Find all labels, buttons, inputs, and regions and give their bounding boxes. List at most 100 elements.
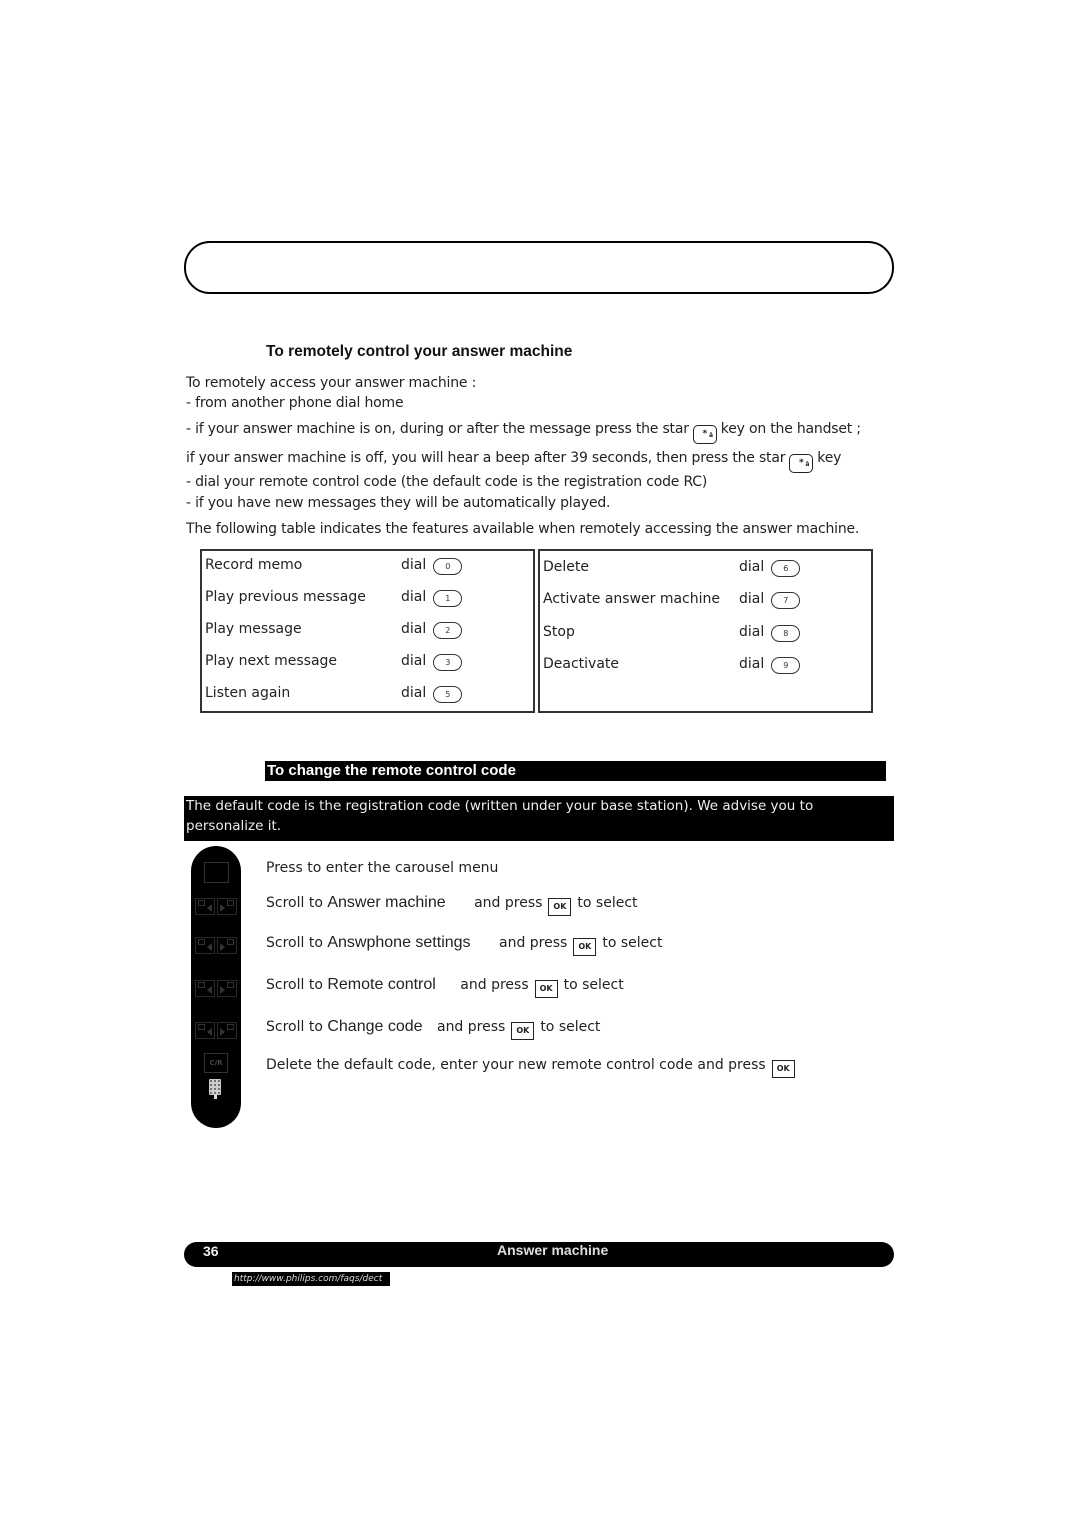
dial-instruction: dial 6 [739,559,801,577]
feature-label: Delete [543,559,589,575]
cr-key-icon: C/R [204,1053,228,1073]
step-suffix: to select [577,895,638,911]
scroll-left-key-icon [195,1022,215,1039]
ok-key-icon: OK [534,980,558,998]
step-answer-machine: Scroll to Answer machine and press OK to s… [266,894,638,916]
default-code-note: The default code is the registration cod… [184,796,894,841]
dial-label: dial [739,624,765,640]
instruction-dial-code: - dial your remote control code (the def… [186,474,708,490]
support-url-link[interactable]: http://www.philips.com/faqs/dect [232,1272,390,1286]
dial-label: dial [401,653,427,669]
table-intro: The following table indicates the featur… [186,521,860,537]
keypad-key-icon: 5 [433,686,463,703]
step-and-press: and press [436,1019,506,1035]
keypad-key-icon: 7 [771,592,801,609]
keypad-key-icon: 1 [433,590,463,607]
instruction-machine-off: if your answer machine is off, you will … [186,450,841,473]
instruction-machine-off-suffix: key [817,450,842,466]
step-change-code: Scroll to Change code and press OK to sele… [266,1018,600,1040]
step-suffix: to select [563,977,624,993]
features-table-left: Record memo dial 0 Play previous message … [200,549,535,713]
keypad-icon [209,1079,221,1099]
step-and-press: and press [474,895,543,911]
step-remote-control: Scroll to Remote control and press OK to s… [266,976,624,998]
instruction-new-messages: - if you have new messages they will be … [186,495,611,511]
ok-key-icon: OK [573,938,597,956]
section-title-remote-control: To remotely control your answer machine [266,343,573,360]
dial-label: dial [401,685,427,701]
dial-label: dial [401,589,427,605]
scroll-right-key-icon [217,937,237,954]
dial-instruction: dial 7 [739,591,801,609]
step-enter-menu: Press to enter the carousel menu [266,860,499,876]
feature-label: Play next message [205,653,338,669]
keypad-key-icon: 9 [771,657,801,674]
star-key-sub: â [708,432,713,439]
scroll-left-key-icon [195,937,215,954]
scroll-left-key-icon [195,980,215,997]
chapter-header-pill [184,241,894,294]
dial-instruction: dial 2 [401,621,463,639]
star-key-sub: â [805,461,810,468]
step-text: Delete the default code, enter your new … [266,1057,766,1073]
step-prefix: Scroll to [266,895,323,911]
step-prefix: Scroll to [266,935,323,951]
star-key-icon: * â [789,454,814,473]
scroll-right-key-icon [217,898,237,915]
menu-item-name: Answphone settings [327,934,471,951]
handset-keys-strip: C/R [191,846,241,1128]
scroll-right-key-icon [217,1022,237,1039]
step-suffix: to select [602,935,663,951]
dial-instruction: dial 0 [401,557,463,575]
dial-instruction: dial 1 [401,589,463,607]
page-number: 36 [203,1243,219,1259]
ok-key-icon: OK [511,1022,535,1040]
feature-label: Listen again [205,685,291,701]
menu-key-icon [204,862,229,883]
instruction-machine-on-prefix: - if your answer machine is on, during o… [186,421,689,437]
dial-label: dial [401,557,427,573]
keypad-key-icon: 3 [433,654,463,671]
dial-instruction: dial 9 [739,656,801,674]
dial-instruction: dial 5 [401,685,463,703]
dial-instruction: dial 3 [401,653,463,671]
footer-chapter-title: Answer machine [497,1242,609,1258]
star-key-glyph: * [799,458,804,468]
step-prefix: Scroll to [266,977,323,993]
feature-label: Activate answer machine [543,591,721,607]
dial-instruction: dial 8 [739,624,801,642]
keypad-key-icon: 2 [433,622,463,639]
feature-label: Stop [543,624,575,640]
menu-item-name: Answer machine [327,894,446,911]
step-answphone-settings: Scroll to Answphone settings and press OK… [266,934,662,956]
scroll-left-key-icon [195,898,215,915]
star-key-glyph: * [702,429,708,439]
ok-key-icon: OK [771,1060,795,1078]
step-and-press: and press [460,977,529,993]
dial-label: dial [401,621,427,637]
dial-label: dial [739,656,765,672]
keypad-key-icon: 6 [771,560,801,577]
scroll-right-key-icon [217,980,237,997]
ok-key-icon: OK [548,898,572,916]
feature-label: Deactivate [543,656,620,672]
step-suffix: to select [540,1019,601,1035]
dial-label: dial [739,591,765,607]
menu-item-name: Change code [327,1018,423,1035]
instruction-machine-off-prefix: if your answer machine is off, you will … [186,450,786,466]
feature-label: Play previous message [205,589,366,605]
dial-label: dial [739,559,765,575]
instruction-dial-home: - from another phone dial home [186,395,404,411]
step-enter-new-code: Delete the default code, enter your new … [266,1057,801,1078]
keypad-key-icon: 0 [433,558,463,575]
intro-line: To remotely access your answer machine : [186,375,477,391]
instruction-machine-on: - if your answer machine is on, during o… [186,421,861,444]
star-key-icon: * â [692,425,717,444]
features-table-right: Delete dial 6 Activate answer machine dia… [538,549,873,713]
menu-item-name: Remote control [327,976,436,993]
step-prefix: Scroll to [266,1019,323,1035]
feature-label: Play message [205,621,302,637]
step-and-press: and press [499,935,568,951]
section-title-change-code: To change the remote control code [265,761,886,781]
instruction-machine-on-suffix: key on the handset ; [720,421,861,437]
